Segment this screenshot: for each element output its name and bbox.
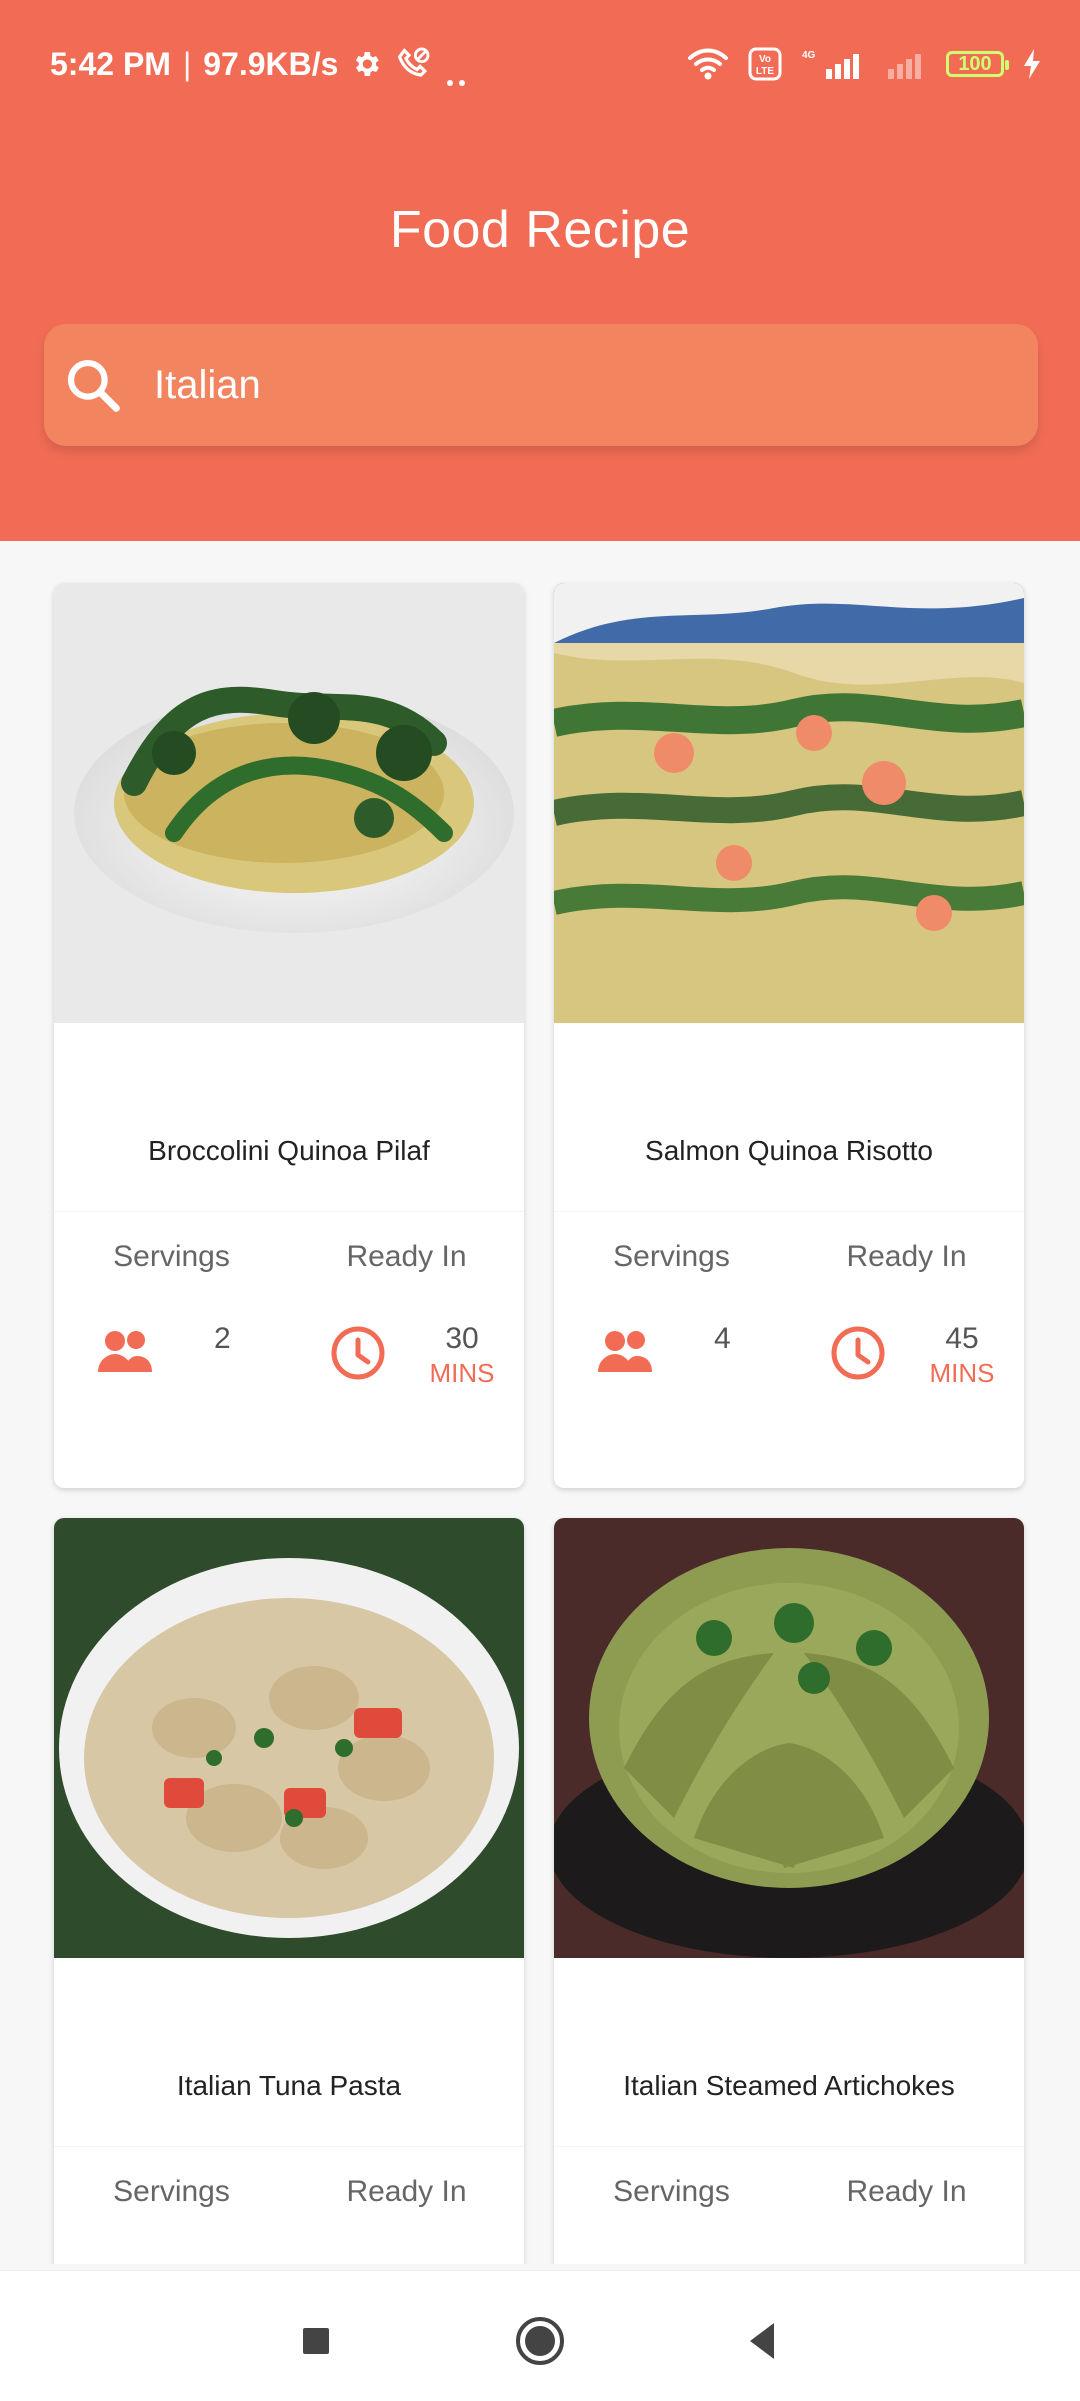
app-header: 5:42 PM | 97.9KB/s Vo LTE 4G 100 Food Re… [0, 0, 1080, 541]
servings-count: 4 [714, 1322, 731, 1355]
ready-in-unit: MINS [429, 1358, 495, 1388]
recipe-image-broccolini-quinoa-pilaf [54, 583, 524, 1023]
wifi-calling-off-icon [394, 45, 432, 83]
ready-in-label: Ready In [846, 2175, 967, 2208]
recipe-meta: Servings Ready In [54, 2146, 524, 2264]
recipe-image-italian-tuna-pasta [54, 1518, 524, 1958]
ready-in-unit: MINS [929, 1358, 995, 1388]
recipe-grid: Broccolini Quinoa Pilaf Servings 2 Ready… [54, 583, 1024, 2264]
recipe-card[interactable]: Italian Steamed Artichokes Servings Read… [554, 1518, 1024, 2264]
recent-apps-icon[interactable] [286, 2311, 346, 2371]
ready-in-section: Ready In [289, 2147, 524, 2264]
search-input[interactable]: Italian [154, 324, 261, 446]
servings-section: Servings [554, 2147, 789, 2264]
system-navigation-bar [0, 2270, 1080, 2401]
people-icon [592, 1322, 658, 1380]
charging-bolt-icon [1022, 47, 1042, 81]
wifi-icon [686, 46, 730, 82]
ready-in-value: 30 [445, 1322, 479, 1355]
status-bar: 5:42 PM | 97.9KB/s Vo LTE 4G 100 [0, 0, 1080, 130]
status-time: 5:42 PM [50, 45, 171, 82]
servings-label: Servings [113, 2175, 230, 2208]
recipe-name: Salmon Quinoa Risotto [645, 1135, 933, 1166]
svg-text:4G: 4G [802, 50, 816, 61]
servings-count: 2 [214, 1322, 231, 1355]
recipe-image-salmon-quinoa-risotto [554, 583, 1024, 1023]
back-icon[interactable] [734, 2311, 794, 2371]
ready-in-value: 45 [945, 1322, 979, 1355]
page-title: Food Recipe [389, 201, 691, 259]
recipe-name: Italian Tuna Pasta [176, 2070, 402, 2101]
servings-section: Servings 2 [54, 1212, 289, 1488]
svg-text:LTE: LTE [756, 66, 774, 77]
recipe-name: Italian Steamed Artichokes [623, 2070, 955, 2101]
servings-label: Servings [613, 2175, 730, 2208]
signal-empty-icon [884, 47, 928, 81]
battery-indicator: 100 [946, 51, 1009, 77]
servings-label: Servings [613, 1240, 730, 1273]
home-icon[interactable] [510, 2311, 570, 2371]
clock-icon [827, 1322, 889, 1384]
clock-icon [327, 1322, 389, 1384]
recipe-meta: Servings 4 Ready In 45 MINS [554, 1211, 1024, 1488]
volte-icon: Vo LTE [748, 47, 782, 81]
svg-text:Vo: Vo [759, 54, 771, 65]
recipe-meta: Servings Ready In [554, 2146, 1024, 2264]
recipe-name: Broccolini Quinoa Pilaf [148, 1135, 430, 1166]
recipe-meta: Servings 2 Ready In 30 MINS [54, 1211, 524, 1488]
status-netspeed: 97.9KB/s [203, 45, 339, 82]
ready-in-label: Ready In [346, 1240, 467, 1273]
signal-4g-icon: 4G [800, 47, 866, 81]
status-separator: | [182, 45, 192, 82]
search-bar[interactable]: Italian [44, 324, 1038, 446]
servings-section: Servings [54, 2147, 289, 2264]
recipe-card[interactable]: Salmon Quinoa Risotto Servings 4 Ready I… [554, 583, 1024, 1488]
ready-in-section: Ready In 30 MINS [289, 1212, 524, 1488]
people-icon [92, 1322, 158, 1380]
ready-in-section: Ready In [789, 2147, 1024, 2264]
recipe-image-italian-steamed-artichokes [554, 1518, 1024, 1958]
recipe-card[interactable]: Italian Tuna Pasta Servings Ready In [54, 1518, 524, 2264]
battery-level: 100 [958, 52, 992, 75]
more-dots-icon [444, 59, 472, 86]
ready-in-section: Ready In 45 MINS [789, 1212, 1024, 1488]
search-icon [62, 354, 124, 416]
status-right: Vo LTE 4G 100 [686, 44, 1042, 84]
recipe-card[interactable]: Broccolini Quinoa Pilaf Servings 2 Ready… [54, 583, 524, 1488]
status-left: 5:42 PM | 97.9KB/s [50, 44, 472, 86]
ready-in-label: Ready In [846, 1240, 967, 1273]
recipe-list[interactable]: Broccolini Quinoa Pilaf Servings 2 Ready… [0, 541, 1080, 2264]
ready-in-label: Ready In [346, 2175, 467, 2208]
servings-label: Servings [113, 1240, 230, 1273]
settings-icon [350, 48, 382, 80]
servings-section: Servings 4 [554, 1212, 789, 1488]
